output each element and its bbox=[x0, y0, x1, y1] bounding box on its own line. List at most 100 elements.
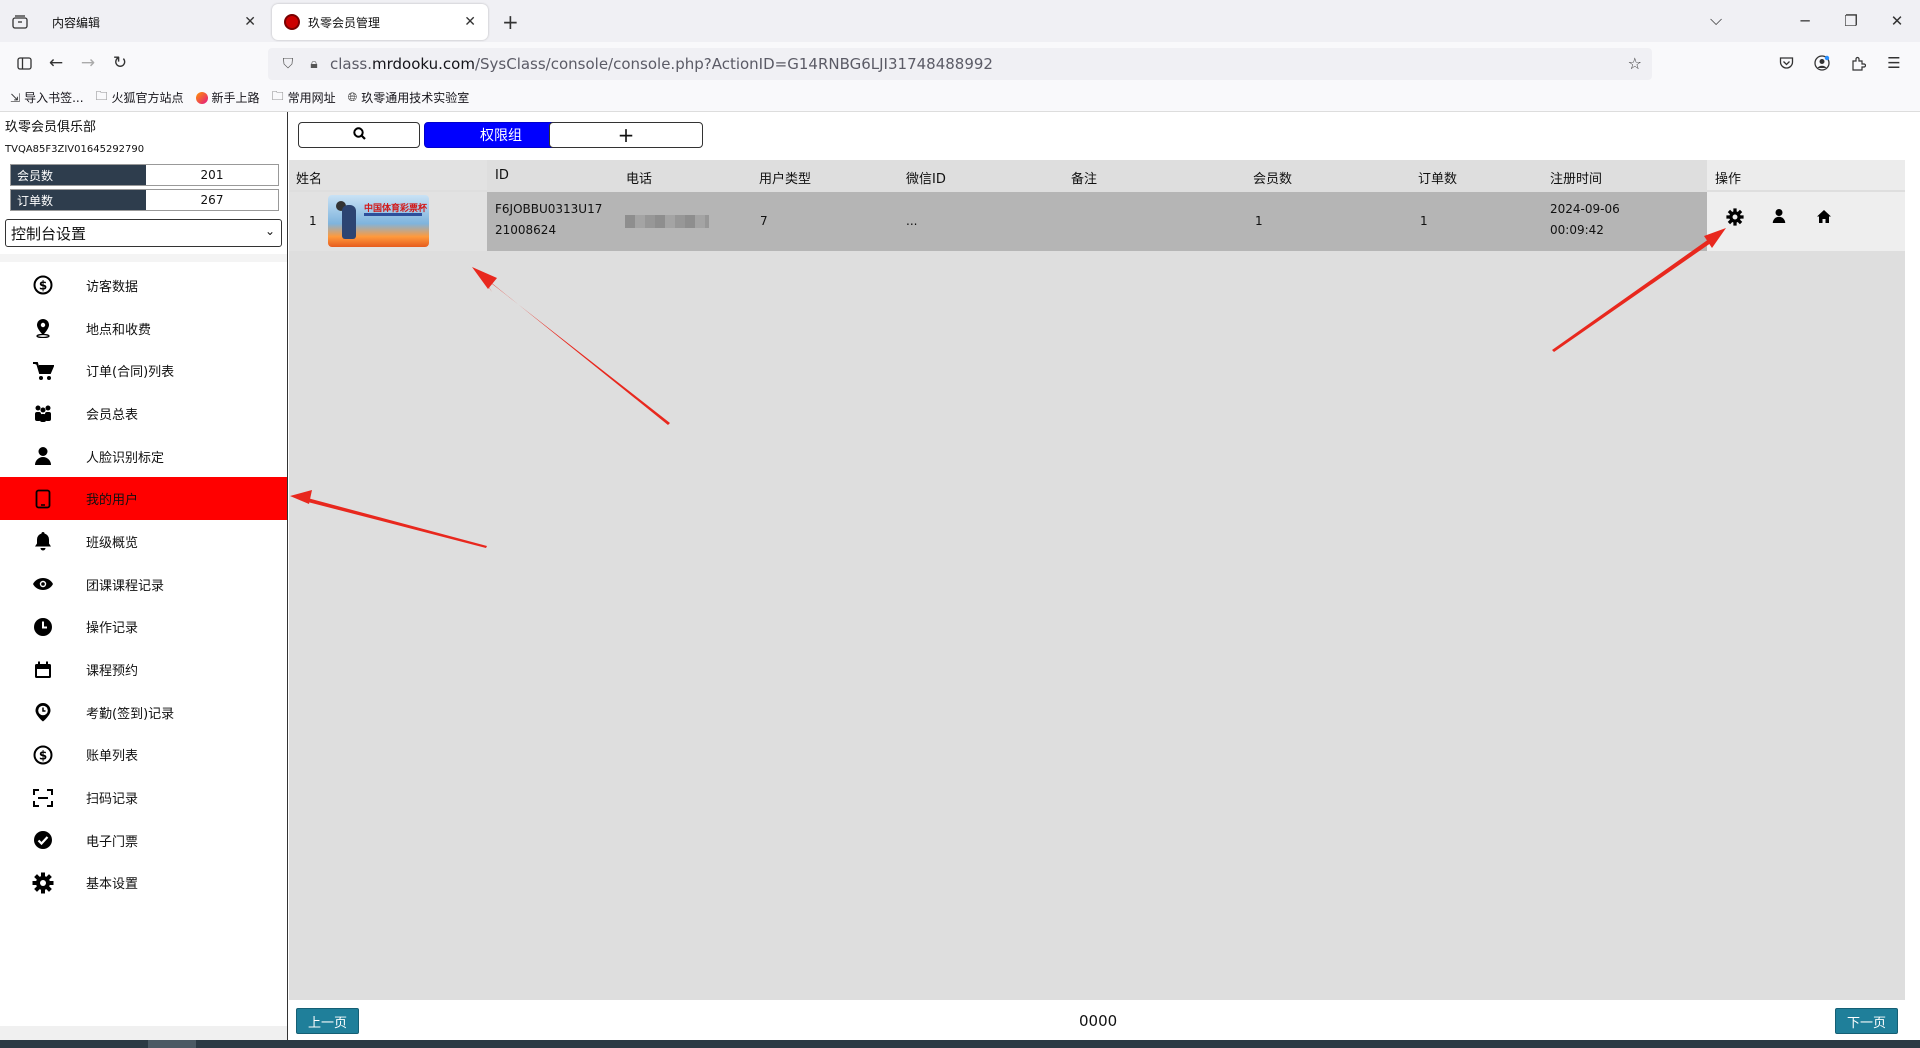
column-header: 微信ID bbox=[906, 172, 946, 187]
sidebar-item-label: 我的用户 bbox=[86, 493, 139, 509]
calendar-icon bbox=[0, 661, 86, 679]
column-header: 电话 bbox=[626, 172, 653, 187]
sidebar-item-label: 基本设置 bbox=[86, 877, 139, 893]
pocket-icon[interactable] bbox=[1768, 47, 1804, 79]
prev-page-button[interactable]: 上一页 bbox=[296, 1008, 359, 1034]
user-type: 7 bbox=[760, 214, 768, 228]
sidebar-item-label: 课程预约 bbox=[86, 664, 139, 680]
column-header: 注册时间 bbox=[1550, 172, 1603, 187]
address-bar[interactable]: ⛉ 🔒︎ class. mrdooku.com/SysClass/console/… bbox=[268, 48, 1652, 80]
back-icon[interactable]: ← bbox=[40, 47, 72, 79]
browser-tab-member-admin[interactable]: 玖零会员管理 ✕ bbox=[272, 4, 488, 40]
sidebar-item-orders[interactable]: 订单(合同)列表 bbox=[0, 349, 287, 392]
pagination-bar: 上一页 0000 下一页 bbox=[289, 1000, 1905, 1040]
os-taskbar bbox=[0, 1040, 1920, 1048]
user-icon bbox=[0, 446, 86, 466]
sidebar-toggle-icon[interactable] bbox=[8, 47, 40, 79]
folder-icon: 🗀 bbox=[95, 89, 108, 103]
sidebar-item-group-class-records[interactable]: 团课课程记录 bbox=[0, 563, 287, 606]
lock-icon[interactable]: 🔒︎ bbox=[304, 56, 324, 72]
close-tab-icon[interactable]: ✕ bbox=[464, 14, 476, 30]
svg-text:$: $ bbox=[39, 748, 47, 762]
org-name: 玖零会员俱乐部 bbox=[5, 120, 97, 135]
check-circle-icon bbox=[0, 830, 86, 850]
console-settings-select[interactable]: 控制台设置 ⌄ bbox=[5, 219, 282, 247]
sidebar-item-visitor-data[interactable]: $ 访客数据 bbox=[0, 264, 287, 307]
close-tab-icon[interactable]: ✕ bbox=[244, 14, 256, 30]
chevron-down-icon: ⌄ bbox=[264, 224, 275, 238]
reload-icon[interactable]: ↻ bbox=[104, 47, 136, 79]
tab-title: 内容编辑 bbox=[52, 15, 101, 30]
sidebar-scrollbar[interactable] bbox=[0, 1026, 287, 1040]
cart-icon bbox=[0, 361, 86, 381]
svg-text:$: $ bbox=[39, 279, 47, 293]
forward-icon[interactable]: → bbox=[72, 47, 104, 79]
restore-icon[interactable]: ❐ bbox=[1828, 12, 1874, 30]
gear-icon[interactable] bbox=[1726, 208, 1744, 231]
tab-title: 玖零会员管理 bbox=[308, 15, 381, 30]
bookmark-import[interactable]: ⇲ 导入书签... bbox=[10, 89, 84, 106]
bookmark-lab[interactable]: 🌐︎ 玖零通用技术实验室 bbox=[348, 89, 470, 106]
home-icon[interactable] bbox=[1816, 208, 1832, 229]
bell-icon bbox=[0, 531, 86, 551]
bookmark-firefox-official[interactable]: 🗀 火狐官方站点 bbox=[96, 87, 184, 108]
list-all-tabs-icon[interactable]: ⌵ bbox=[1710, 10, 1722, 30]
sidebar-item-course-booking[interactable]: 课程预约 bbox=[0, 648, 287, 691]
sidebar-item-members[interactable]: 会员总表 bbox=[0, 392, 287, 435]
add-button[interactable]: + bbox=[549, 122, 703, 148]
gear-icon bbox=[0, 872, 86, 894]
table-row[interactable]: 1 中国体育彩票杯 F6JOBBU0313U17 21008624 7 ... … bbox=[289, 192, 1905, 251]
sidebar-item-scan-records[interactable]: 扫码记录 bbox=[0, 776, 287, 819]
map-pin-icon bbox=[0, 318, 86, 339]
tablet-icon bbox=[0, 489, 86, 509]
firefox-icon bbox=[195, 91, 208, 104]
bookmark-getting-started[interactable]: 新手上路 bbox=[195, 89, 260, 106]
column-header: 操作 bbox=[1715, 172, 1742, 187]
select-value: 控制台设置 bbox=[11, 224, 87, 243]
user-id-line2: 21008624 bbox=[495, 223, 557, 237]
extensions-icon[interactable] bbox=[1840, 47, 1876, 79]
stat-member-count: 会员数 201 bbox=[10, 164, 279, 186]
minimize-icon[interactable]: ─ bbox=[1782, 12, 1828, 30]
sidebar-item-attendance[interactable]: 考勤(签到)记录 bbox=[0, 691, 287, 734]
stat-label: 订单数 bbox=[11, 190, 146, 210]
sidebar: 玖零会员俱乐部 TVQA85F3ZIV01645292790 会员数 201 订… bbox=[0, 112, 288, 1040]
shield-icon[interactable]: ⛉ bbox=[278, 56, 298, 72]
bookmark-label: 常用网址 bbox=[287, 91, 336, 105]
wechat-id: ... bbox=[906, 214, 918, 228]
close-window-icon[interactable]: ✕ bbox=[1874, 12, 1920, 30]
next-page-button[interactable]: 下一页 bbox=[1835, 1008, 1898, 1034]
sidebar-item-class-overview[interactable]: 班级概览 bbox=[0, 520, 287, 563]
sidebar-item-bills[interactable]: $ 账单列表 bbox=[0, 734, 287, 777]
menu-icon[interactable]: ☰ bbox=[1876, 47, 1912, 79]
sidebar-item-label: 考勤(签到)记录 bbox=[86, 706, 175, 722]
bookmark-star-icon[interactable]: ☆ bbox=[1628, 54, 1642, 73]
sidebar-item-operation-log[interactable]: 操作记录 bbox=[0, 606, 287, 649]
sidebar-item-face-recognition[interactable]: 人脸识别标定 bbox=[0, 435, 287, 478]
athlete-shape bbox=[342, 205, 356, 239]
sidebar-menu: $ 访客数据 地点和收费 订单(合同)列表 会员总表 人脸识别标定 我的用户 班… bbox=[0, 264, 287, 904]
scan-icon bbox=[0, 788, 86, 807]
user-icon[interactable] bbox=[1772, 208, 1786, 229]
browser-tab-content-edit[interactable]: 内容编辑 ✕ bbox=[40, 4, 268, 40]
sidebar-item-e-ticket[interactable]: 电子门票 bbox=[0, 819, 287, 862]
tab-list-icon[interactable] bbox=[8, 10, 32, 34]
browser-tab-bar: 内容编辑 ✕ 玖零会员管理 ✕ + ⌵ ─ ❐ ✕ bbox=[0, 0, 1920, 42]
sidebar-item-label: 人脸识别标定 bbox=[86, 450, 165, 466]
taskbar-item[interactable] bbox=[148, 1040, 196, 1048]
new-tab-icon[interactable]: + bbox=[502, 10, 519, 34]
bookmark-common-sites[interactable]: 🗀 常用网址 bbox=[272, 87, 336, 108]
sidebar-item-label: 地点和收费 bbox=[86, 322, 152, 338]
dollar-circle-icon: $ bbox=[0, 275, 86, 295]
sidebar-item-basic-settings[interactable]: 基本设置 bbox=[0, 862, 287, 905]
account-icon[interactable] bbox=[1804, 47, 1840, 79]
search-button[interactable] bbox=[298, 122, 420, 148]
reg-time: 00:09:42 bbox=[1550, 223, 1604, 237]
bookmark-label: 新手上路 bbox=[211, 91, 260, 105]
user-avatar-image[interactable]: 中国体育彩票杯 bbox=[328, 195, 429, 247]
sidebar-item-my-users[interactable]: 我的用户 bbox=[0, 477, 287, 521]
url-host: mrdooku.com bbox=[372, 55, 475, 73]
sidebar-item-location-fees[interactable]: 地点和收费 bbox=[0, 307, 287, 350]
column-header: 姓名 bbox=[296, 172, 323, 187]
bookmark-label: 导入书签... bbox=[24, 91, 84, 105]
